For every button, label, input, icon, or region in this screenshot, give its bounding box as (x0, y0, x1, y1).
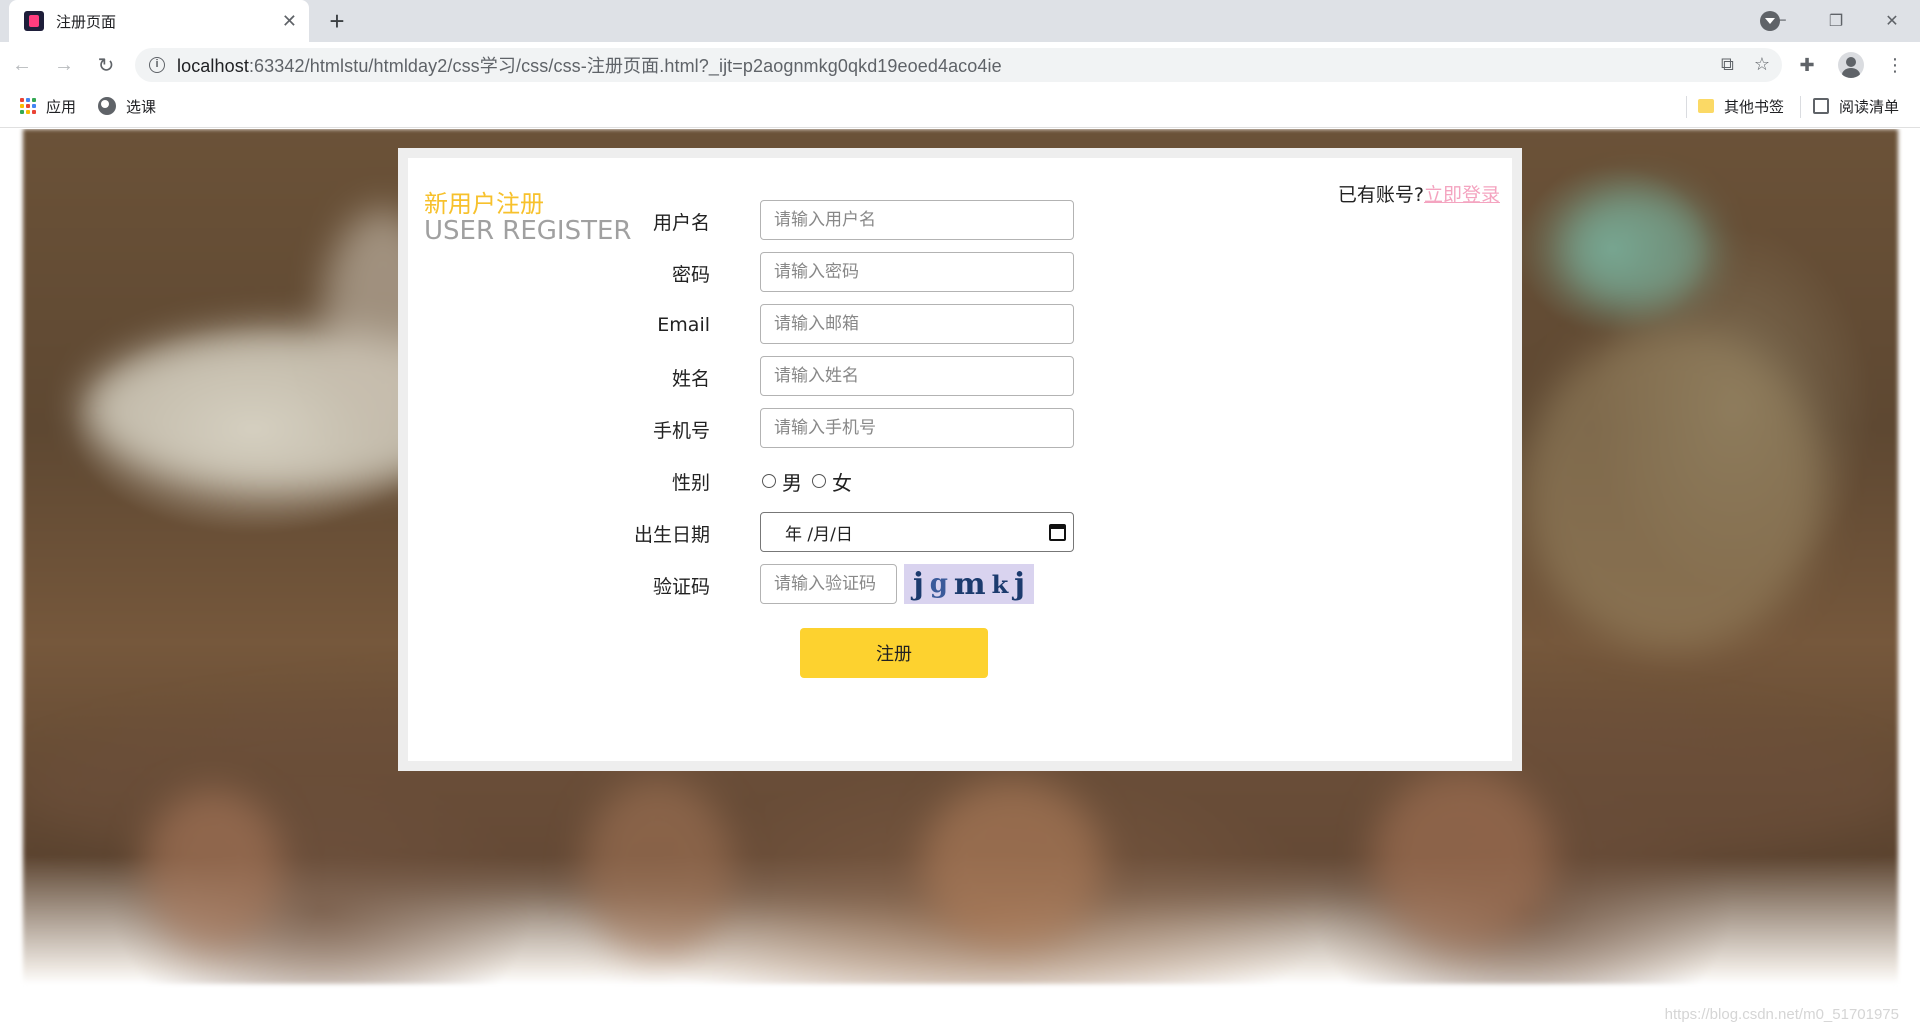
avatar (1838, 52, 1864, 78)
reload-icon[interactable]: ↻ (86, 45, 126, 85)
password-label: 密码 (671, 263, 710, 286)
csdn-watermark: https://blog.csdn.net/m0_51701975 (1664, 1006, 1899, 1023)
register-submit-button[interactable]: 注册 (800, 628, 988, 678)
close-window-icon[interactable]: ✕ (1864, 0, 1920, 42)
captcha-char: k (991, 569, 1009, 599)
gender-radio-group: 男 女 (760, 460, 852, 502)
form-row-captcha: 验证码 j g m k j (608, 564, 1034, 606)
gender-male-radio[interactable] (762, 474, 776, 488)
restore-icon[interactable]: ❐ (1808, 0, 1864, 42)
form-row-name: 姓名 (608, 356, 1074, 398)
calendar-icon[interactable] (1049, 524, 1066, 541)
captcha-label: 验证码 (652, 575, 710, 598)
title-english: USER REGISTER (424, 216, 632, 246)
bookmarks-bar: 应用 选课 其他书签 阅读清单 (0, 88, 1920, 128)
url-host: localhost (177, 56, 249, 76)
form-row-email: Email (608, 304, 1074, 346)
bookmark-separator (1686, 96, 1687, 118)
browser-tab[interactable]: 注册页面 ✕ (9, 0, 309, 42)
close-tab-icon[interactable]: ✕ (282, 11, 297, 32)
browser-toolbar: ← → ↻ i localhost:63342/htmlstu/htmlday2… (0, 42, 1920, 88)
login-hint: 已有账号?立即登录 (1338, 180, 1500, 207)
forward-arrow-icon[interactable]: → (44, 45, 84, 85)
url-path: :63342/htmlstu/htmlday2/css学习/css/css-注册… (248, 56, 1002, 76)
birthday-date-input[interactable]: 年 /月/日 (760, 512, 1074, 552)
name-label: 姓名 (671, 367, 710, 390)
captcha-char: j (1014, 566, 1026, 602)
password-input[interactable] (760, 252, 1074, 292)
gender-label: 性别 (671, 471, 710, 494)
minimize-icon[interactable]: ─ (1752, 0, 1808, 42)
phone-label: 手机号 (652, 419, 710, 442)
bookmark-star-icon[interactable]: ☆ (1754, 54, 1770, 75)
username-label: 用户名 (652, 211, 710, 234)
bookmark-separator (1800, 96, 1801, 118)
extensions-icon[interactable]: ✚ (1790, 48, 1824, 82)
birthday-label: 出生日期 (633, 523, 710, 546)
name-input[interactable] (760, 356, 1074, 396)
page-viewport: 新用户注册 USER REGISTER 已有账号?立即登录 用户名 密码 Ema… (0, 129, 1920, 1023)
translate-icon[interactable]: ⧉ (1721, 54, 1734, 75)
window-controls: ─ ❐ ✕ (1752, 0, 1920, 42)
bookmark-xuanke[interactable]: 选课 (98, 88, 156, 124)
captcha-char: m (953, 566, 986, 602)
login-prompt: 已有账号? (1337, 184, 1424, 206)
bookmark-reading-label: 阅读清单 (1839, 98, 1900, 116)
bookmark-other-label: 其他书签 (1724, 98, 1785, 116)
folder-icon (1698, 99, 1714, 113)
url-text: localhost:63342/htmlstu/htmlday2/css学习/c… (177, 52, 1002, 78)
email-label: Email (657, 314, 710, 336)
apps-grid-icon (20, 98, 36, 114)
address-bar[interactable]: i localhost:63342/htmlstu/htmlday2/css学习… (135, 48, 1782, 82)
bookmark-reading-list[interactable]: 阅读清单 (1813, 88, 1899, 124)
bookmark-apps-label: 应用 (46, 98, 77, 116)
profile-button[interactable] (1834, 48, 1868, 82)
intellij-icon (24, 11, 44, 31)
bookmark-apps[interactable]: 应用 (20, 88, 76, 124)
reading-list-icon (1813, 98, 1829, 114)
form-row-phone: 手机号 (608, 408, 1074, 450)
form-row-username: 用户名 (608, 200, 1074, 242)
back-arrow-icon[interactable]: ← (2, 45, 42, 85)
gender-female-radio[interactable] (812, 474, 826, 488)
captcha-char: g (929, 569, 948, 599)
login-link[interactable]: 立即登录 (1424, 184, 1500, 206)
globe-icon (98, 97, 116, 115)
captcha-char: j (912, 566, 924, 602)
bookmark-other[interactable]: 其他书签 (1698, 88, 1784, 124)
tab-strip: 注册页面 ✕ + ─ ❐ ✕ (0, 0, 1920, 42)
gender-female-label: 女 (832, 470, 852, 495)
new-tab-icon[interactable]: + (322, 6, 352, 36)
register-card: 新用户注册 USER REGISTER 已有账号?立即登录 用户名 密码 Ema… (398, 148, 1522, 771)
form-row-birthday: 出生日期 年 /月/日 (608, 512, 1074, 554)
birthday-value: 年 /月/日 (785, 524, 853, 545)
captcha-input[interactable] (760, 564, 897, 604)
menu-kebab-icon[interactable]: ⋮ (1878, 48, 1912, 82)
bookmark-xuanke-label: 选课 (126, 98, 157, 116)
email-input[interactable] (760, 304, 1074, 344)
phone-input[interactable] (760, 408, 1074, 448)
form-row-password: 密码 (608, 252, 1074, 294)
form-row-gender: 性别 男 女 (608, 460, 852, 502)
gender-male-label: 男 (782, 470, 802, 495)
tab-title: 注册页面 (56, 13, 117, 31)
captcha-image[interactable]: j g m k j (904, 564, 1034, 604)
title-chinese: 新用户注册 (424, 190, 544, 218)
site-info-icon[interactable]: i (149, 57, 165, 73)
register-card-inner: 新用户注册 USER REGISTER 已有账号?立即登录 用户名 密码 Ema… (408, 158, 1512, 761)
username-input[interactable] (760, 200, 1074, 240)
